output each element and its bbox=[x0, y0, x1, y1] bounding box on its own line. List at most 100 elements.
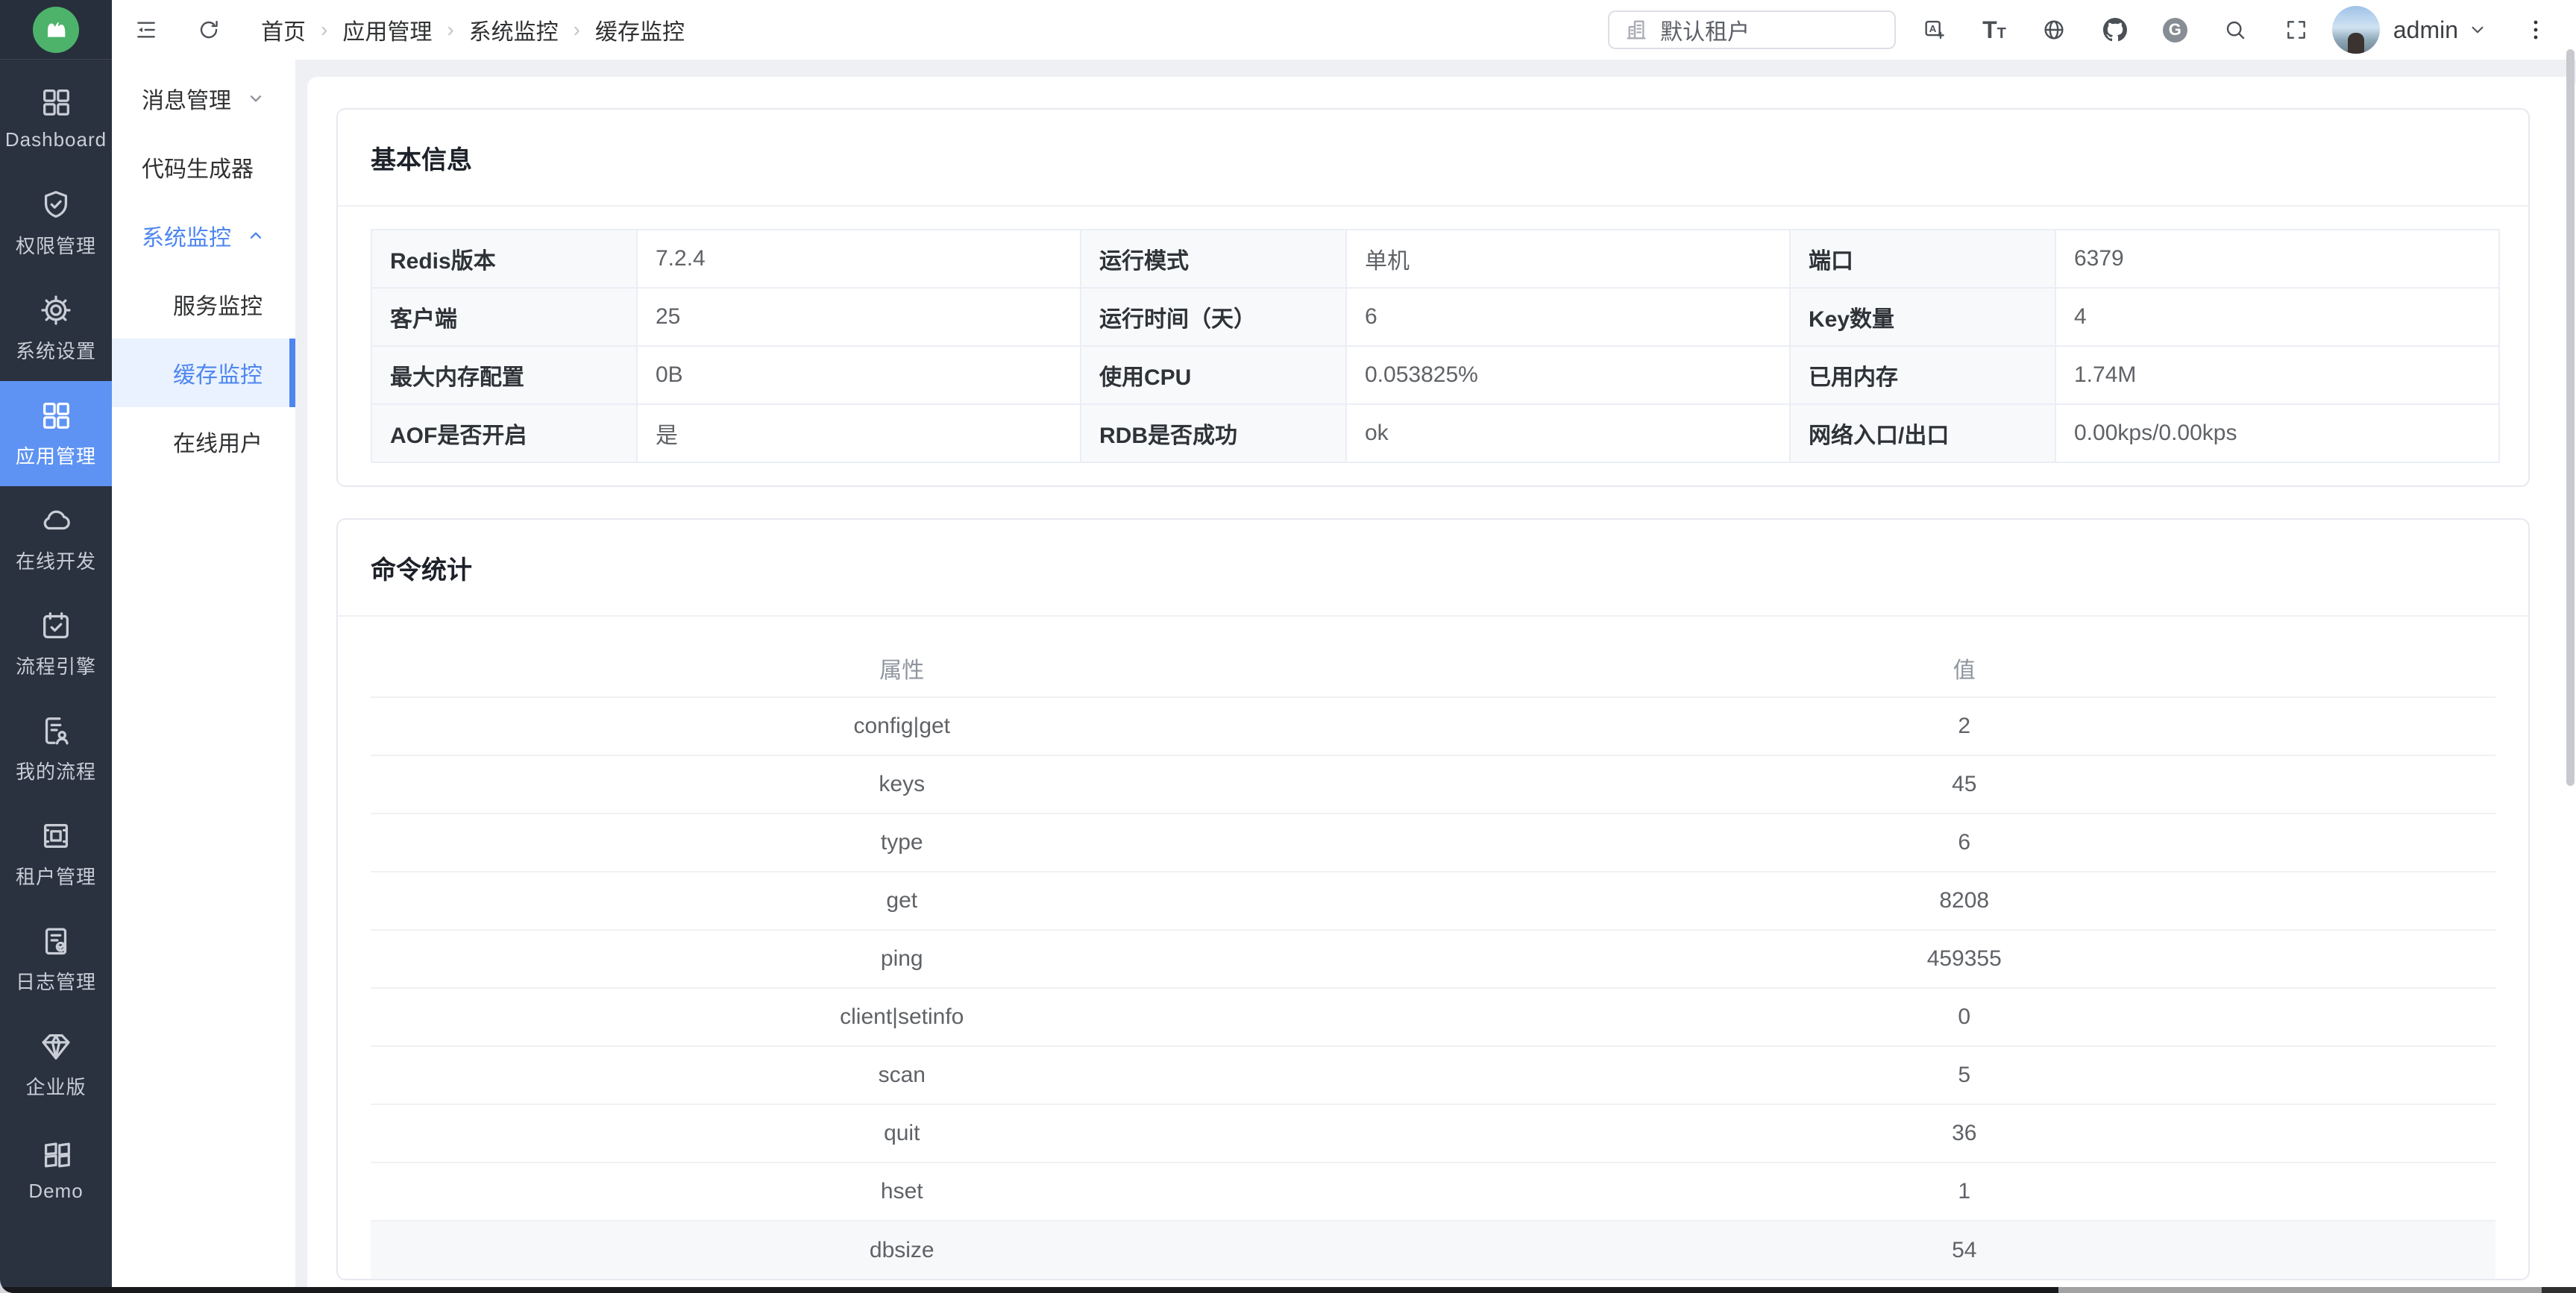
command-row[interactable]: config|get2 bbox=[371, 697, 2495, 755]
desc-value: 0.053825% bbox=[1346, 346, 1790, 404]
gem-icon bbox=[39, 1029, 73, 1063]
sidebar-item-我的流程[interactable]: 我的流程 bbox=[0, 696, 112, 802]
submenu-item-服务监控[interactable]: 服务监控 bbox=[112, 270, 295, 339]
breadcrumb-item[interactable]: 首页 bbox=[261, 13, 306, 46]
demo-grid-icon bbox=[39, 1136, 73, 1171]
building-icon bbox=[1624, 18, 1648, 42]
user-name[interactable]: admin bbox=[2393, 16, 2458, 44]
sidebar-item-label: Dashboard bbox=[5, 128, 107, 151]
gitee-icon[interactable]: G bbox=[2163, 18, 2187, 43]
command-row[interactable]: client|setinfo0 bbox=[371, 988, 2495, 1046]
sidebar-item-在线开发[interactable]: 在线开发 bbox=[0, 486, 112, 591]
desc-value: 6379 bbox=[2055, 230, 2499, 288]
translate-icon[interactable]: A bbox=[1921, 16, 1948, 43]
chevron-down-icon[interactable] bbox=[2464, 16, 2491, 43]
command-value: 1 bbox=[1433, 1163, 2496, 1221]
basic-info-table: Redis版本7.2.4运行模式单机端口6379客户端25运行时间（天）6Key… bbox=[371, 229, 2500, 463]
content-background: 基本信息 Redis版本7.2.4运行模式单机端口6379客户端25运行时间（天… bbox=[295, 60, 2576, 1293]
sidebar-item-dashboard[interactable]: Dashboard bbox=[0, 66, 112, 171]
content-panel: 基本信息 Redis版本7.2.4运行模式单机端口6379客户端25运行时间（天… bbox=[307, 77, 2576, 1293]
search-icon[interactable] bbox=[2222, 16, 2249, 43]
submenu-item-代码生成器[interactable]: 代码生成器 bbox=[112, 133, 295, 201]
breadcrumb-item[interactable]: 缓存监控 bbox=[595, 13, 685, 46]
command-row[interactable]: dbsize54 bbox=[371, 1221, 2495, 1279]
submenu-item-label: 服务监控 bbox=[173, 288, 263, 321]
command-column-header: 属性 bbox=[371, 639, 1433, 697]
refresh-icon[interactable] bbox=[195, 16, 222, 43]
command-value: 2 bbox=[1433, 697, 2496, 755]
basic-info-header: 基本信息 bbox=[338, 110, 2528, 207]
tenant-select[interactable]: 默认租户 bbox=[1608, 10, 1896, 49]
calendar-check-icon bbox=[39, 608, 73, 643]
desc-label: RDB是否成功 bbox=[1081, 404, 1346, 462]
command-name: config|get bbox=[371, 697, 1433, 755]
desc-value: 1.74M bbox=[2055, 346, 2499, 404]
avatar[interactable] bbox=[2332, 6, 2380, 54]
grid-icon bbox=[39, 85, 73, 119]
sidebar-item-label: 企业版 bbox=[25, 1072, 86, 1100]
topbar-icon-row: A TT G bbox=[1921, 16, 2310, 43]
command-row[interactable]: hset1 bbox=[371, 1163, 2495, 1221]
sidebar-item-label: 我的流程 bbox=[16, 757, 96, 784]
desc-label: 最大内存配置 bbox=[371, 346, 637, 404]
breadcrumb-item[interactable]: 应用管理 bbox=[342, 13, 432, 46]
command-row[interactable]: quit36 bbox=[371, 1104, 2495, 1163]
vertical-scrollbar[interactable] bbox=[2566, 49, 2575, 786]
command-row[interactable]: ping459355 bbox=[371, 930, 2495, 988]
svg-text:A: A bbox=[1929, 23, 1937, 34]
desc-label: 已用内存 bbox=[1790, 346, 2055, 404]
sidebar-item-label: Demo bbox=[28, 1180, 83, 1203]
chevron-down-icon bbox=[246, 89, 266, 108]
sidebar-item-流程引擎[interactable]: 流程引擎 bbox=[0, 591, 112, 696]
command-name: keys bbox=[371, 755, 1433, 814]
command-stats-body: 属性值config|get2keys45type6get8208ping4593… bbox=[338, 617, 2528, 1279]
sidebar-item-系统设置[interactable]: 系统设置 bbox=[0, 276, 112, 381]
submenu-item-系统监控[interactable]: 系统监控 bbox=[112, 201, 295, 270]
breadcrumb: 首页›应用管理›系统监控›缓存监控 bbox=[261, 13, 685, 46]
app-logo[interactable] bbox=[0, 0, 112, 60]
command-value: 45 bbox=[1433, 755, 2496, 814]
font-size-icon[interactable]: TT bbox=[1982, 18, 2006, 42]
menu-fold-icon[interactable] bbox=[133, 16, 160, 43]
command-value: 8208 bbox=[1433, 872, 2496, 930]
command-row[interactable]: type6 bbox=[371, 814, 2495, 872]
sidebar-item-租户管理[interactable]: 租户管理 bbox=[0, 802, 112, 907]
sidebar-item-应用管理[interactable]: 应用管理 bbox=[0, 381, 112, 486]
command-row[interactable]: get8208 bbox=[371, 872, 2495, 930]
shield-check-icon bbox=[39, 188, 73, 222]
submenu-item-缓存监控[interactable]: 缓存监控 bbox=[112, 339, 295, 407]
submenu-item-在线用户[interactable]: 在线用户 bbox=[112, 407, 295, 476]
globe-icon[interactable] bbox=[2041, 16, 2067, 43]
sidebar-item-demo[interactable]: Demo bbox=[0, 1117, 112, 1222]
doc-user-icon bbox=[39, 714, 73, 748]
basic-info-title: 基本信息 bbox=[371, 139, 472, 176]
basic-info-body: Redis版本7.2.4运行模式单机端口6379客户端25运行时间（天）6Key… bbox=[338, 207, 2528, 485]
desc-label: 运行模式 bbox=[1081, 230, 1346, 288]
sidebar-item-label: 在线开发 bbox=[16, 547, 96, 574]
basic-info-row: 最大内存配置0B使用CPU0.053825%已用内存1.74M bbox=[371, 346, 2499, 404]
main-column: 首页›应用管理›系统监控›缓存监控 默认租户 ATTG admin 消息管理代码… bbox=[112, 0, 2576, 1293]
fullscreen-icon[interactable] bbox=[2283, 16, 2310, 43]
command-name: scan bbox=[371, 1046, 1433, 1104]
sidebar-item-日志管理[interactable]: 日志管理 bbox=[0, 907, 112, 1012]
breadcrumb-separator: › bbox=[447, 18, 453, 42]
sidebar-item-label: 租户管理 bbox=[16, 862, 96, 890]
submenu-item-消息管理[interactable]: 消息管理 bbox=[112, 64, 295, 133]
command-value: 459355 bbox=[1433, 930, 2496, 988]
command-value: 6 bbox=[1433, 814, 2496, 872]
github-icon[interactable] bbox=[2102, 16, 2129, 43]
command-row[interactable]: keys45 bbox=[371, 755, 2495, 814]
command-value: 5 bbox=[1433, 1046, 2496, 1104]
sidebar-item-label: 应用管理 bbox=[16, 441, 96, 469]
app-window: Dashboard权限管理系统设置应用管理在线开发流程引擎我的流程租户管理日志管… bbox=[0, 0, 2576, 1293]
command-row[interactable]: scan5 bbox=[371, 1046, 2495, 1104]
breadcrumb-item[interactable]: 系统监控 bbox=[469, 13, 559, 46]
settings-dots-icon[interactable] bbox=[2522, 16, 2549, 43]
sidebar-item-企业版[interactable]: 企业版 bbox=[0, 1012, 112, 1117]
sidebar-item-权限管理[interactable]: 权限管理 bbox=[0, 171, 112, 276]
desc-value: 0.00kps/0.00kps bbox=[2055, 404, 2499, 462]
submenu-item-label: 消息管理 bbox=[142, 82, 231, 115]
desc-label: 使用CPU bbox=[1081, 346, 1346, 404]
sidebar-item-label: 日志管理 bbox=[16, 967, 96, 995]
desc-label: 运行时间（天） bbox=[1081, 288, 1346, 346]
